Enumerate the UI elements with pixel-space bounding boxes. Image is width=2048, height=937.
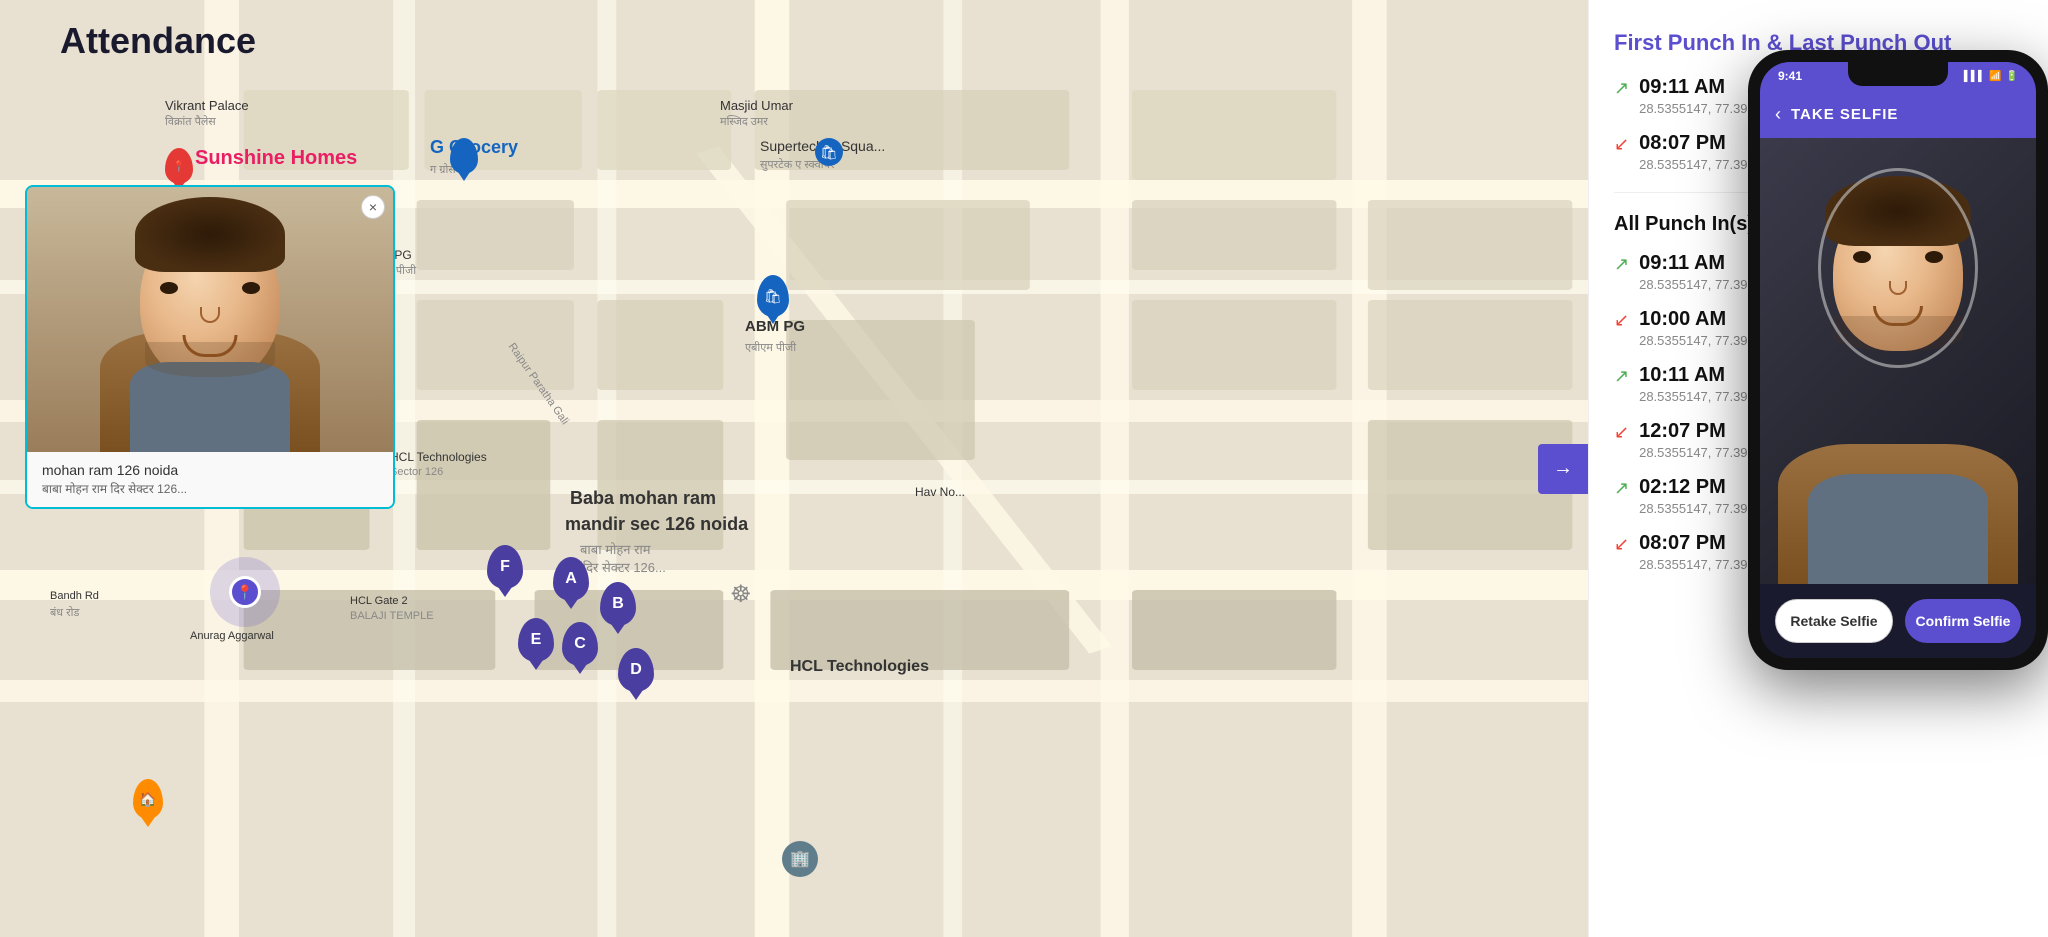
phone-notch	[1848, 62, 1948, 86]
face-oval-guide	[1818, 168, 1978, 368]
map-label-anurag: Anurag Aggarwal	[190, 630, 274, 642]
marker-hcl-bottom: 🏢	[782, 841, 818, 877]
map-label-masjid-hindi: मस्जिद उमर	[720, 114, 768, 129]
punch-arrow-all-5: ↗	[1614, 478, 1629, 499]
phone-header-title: TAKE SELFIE	[1791, 106, 1898, 123]
marker-abmpg2: 🛍	[757, 275, 789, 317]
map-label-om: ☸	[730, 580, 752, 609]
map-label-sunshine: Sunshine Homes	[195, 147, 357, 170]
punch-arrow-out: ↙	[1614, 134, 1629, 155]
phone-outer: 9:41 ▌▌▌ 📶 🔋 ‹ TAKE SELFIE	[1748, 50, 2048, 670]
cam-shirt	[1808, 474, 1988, 584]
marker-supertech: 🛍	[815, 138, 843, 166]
map-label-baba2: mandir sec 126 noida	[565, 514, 748, 535]
map-pin-D[interactable]: D	[618, 648, 654, 692]
wifi-icon: 📶	[1989, 71, 2001, 82]
phone-camera-area	[1760, 138, 2036, 584]
map-label-baba-hindi1: बाबा मोहन राम	[580, 540, 651, 558]
right-panel: First Punch In & Last Punch Out ↗ 09:11 …	[1588, 0, 2048, 937]
location-dot-profile: 📍	[210, 557, 280, 627]
phone-header: ‹ TAKE SELFIE	[1760, 90, 2036, 138]
map-label-hclgate: HCL Gate 2	[350, 595, 408, 607]
phone-bottom-bar: Retake Selfie Confirm Selfie	[1760, 584, 2036, 658]
phone-time: 9:41	[1778, 69, 1802, 83]
map-label-hcltech-sub: Sector 126	[390, 466, 443, 478]
map-label-baba1: Baba mohan ram	[570, 488, 716, 509]
arrow-icon: →	[1553, 457, 1573, 480]
map-label-abmpg2-hindi: एबीएम पीजी	[745, 340, 796, 355]
map-label-vikrant: Vikrant Palace	[165, 98, 249, 113]
close-button[interactable]: ×	[361, 195, 385, 219]
profile-info: mohan ram 126 noida बाबा मोहन राम दिर से…	[27, 452, 393, 507]
map-label-hcl-bottom: HCL Technologies	[790, 658, 929, 676]
map-pin-A[interactable]: A	[553, 557, 589, 601]
marker-grocery	[450, 138, 478, 174]
map-label-vikrant-hindi: विक्रांत पैलेस	[165, 114, 216, 129]
phone-screen: 9:41 ▌▌▌ 📶 🔋 ‹ TAKE SELFIE	[1760, 62, 2036, 658]
profile-image	[27, 187, 393, 452]
attendance-panel: Attendance Sunshine Homes G Grocery ग ग्…	[0, 0, 1588, 937]
punch-arrow-all-2: ↙	[1614, 310, 1629, 331]
map-label-bandh-hindi: बंध रोड	[50, 605, 79, 620]
back-icon[interactable]: ‹	[1775, 104, 1781, 125]
map-pin-C[interactable]: C	[562, 622, 598, 666]
profile-name: mohan ram 126 noida	[42, 462, 378, 478]
punch-arrow-all-4: ↙	[1614, 422, 1629, 443]
arrow-button[interactable]: →	[1538, 444, 1588, 494]
page-title: Attendance	[60, 20, 256, 62]
battery-icon: 🔋	[2006, 71, 2018, 82]
map-pin-B[interactable]: B	[600, 582, 636, 626]
map-label-hcltech: HCL Technologies	[390, 450, 487, 464]
punch-arrow-in: ↗	[1614, 78, 1629, 99]
punch-arrow-all-6: ↙	[1614, 534, 1629, 555]
marker-orange: 🏠	[133, 779, 163, 819]
retake-selfie-button[interactable]: Retake Selfie	[1775, 599, 1893, 643]
phone-status-icons: ▌▌▌ 📶 🔋	[1964, 71, 2018, 82]
map-label-balaji: BALAJI TEMPLE	[350, 610, 434, 622]
map-container: Attendance Sunshine Homes G Grocery ग ग्…	[0, 0, 1588, 937]
phone-mockup: 9:41 ▌▌▌ 📶 🔋 ‹ TAKE SELFIE	[1748, 50, 2048, 670]
map-pin-F[interactable]: F	[487, 545, 523, 589]
profile-popup: ×	[25, 185, 395, 509]
signal-icon: ▌▌▌	[1964, 71, 1985, 82]
map-label-masjid: Masjid Umar	[720, 98, 793, 113]
map-label-hav: Hav No...	[915, 485, 965, 499]
profile-address: बाबा मोहन राम दिर सेक्टर 126...	[42, 480, 378, 497]
marker-sunshine: 📍	[165, 148, 193, 184]
confirm-selfie-button[interactable]: Confirm Selfie	[1905, 599, 2021, 643]
punch-arrow-all-3: ↗	[1614, 366, 1629, 387]
map-label-bandh: Bandh Rd	[50, 590, 99, 602]
map-pin-E[interactable]: E	[518, 618, 554, 662]
punch-arrow-all-1: ↗	[1614, 254, 1629, 275]
